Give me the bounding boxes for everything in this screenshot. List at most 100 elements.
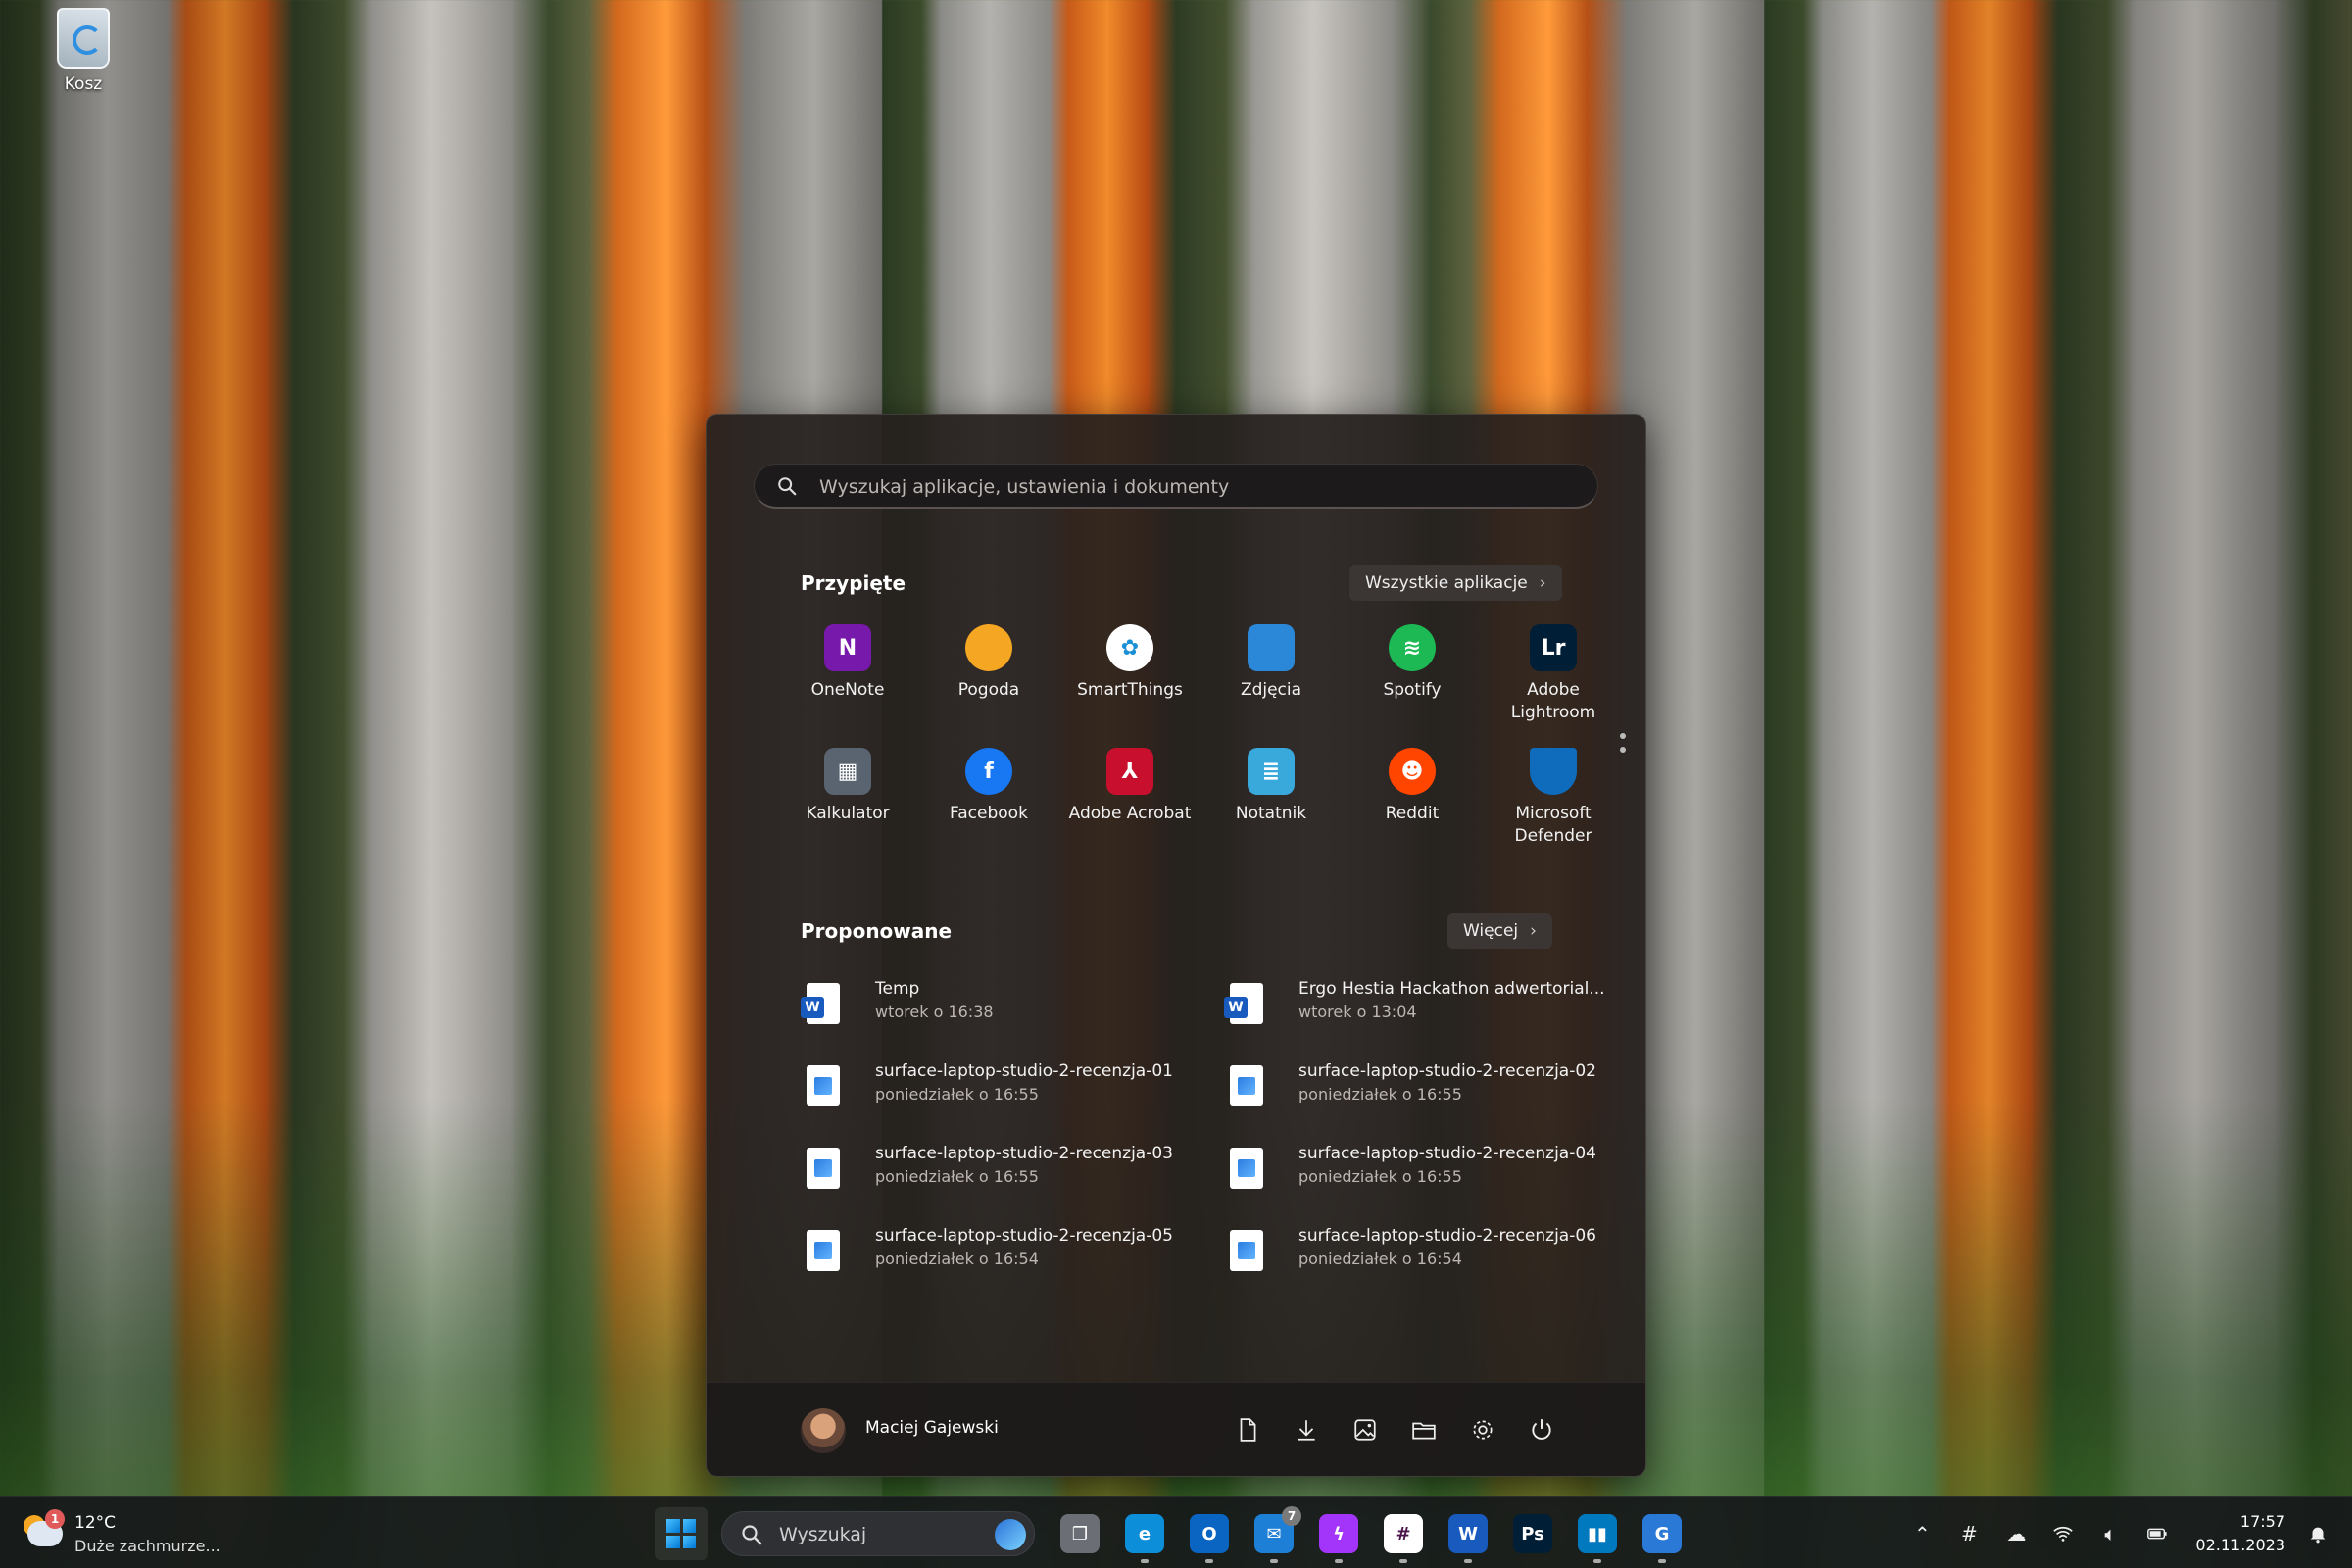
weather-badge: 1 xyxy=(45,1509,65,1529)
pinned-app[interactable]: ▦ Kalkulator xyxy=(777,748,918,825)
pinned-app[interactable]: Lr Adobe Lightroom xyxy=(1483,624,1624,724)
recycle-bin-icon xyxy=(57,8,110,69)
pinned-app-label: Facebook xyxy=(950,804,1028,823)
image-file-icon xyxy=(807,1148,840,1189)
search-icon xyxy=(742,1525,762,1545)
slack-tray-icon[interactable]: # xyxy=(1954,1519,1984,1548)
recommended-item-name: surface-laptop-studio-2-recenzja-01 xyxy=(875,1061,1173,1081)
more-button[interactable]: Więcej › xyxy=(1447,913,1552,949)
pinned-app-label: Spotify xyxy=(1383,680,1442,700)
smartthings-icon: ✿ xyxy=(1106,624,1153,671)
battery-icon[interactable] xyxy=(2142,1519,2172,1548)
all-apps-button[interactable]: Wszystkie aplikacje › xyxy=(1349,565,1562,601)
unread-count-badge: 7 xyxy=(1282,1506,1301,1526)
app-glyph: ϟ xyxy=(1333,1523,1345,1544)
start-search-box[interactable]: Wyszukaj aplikacje, ustawienia i dokumen… xyxy=(754,464,1598,509)
settings-icon[interactable] xyxy=(1465,1412,1500,1447)
pinned-app[interactable]: ≣ Notatnik xyxy=(1200,748,1342,825)
pinned-app-label: Adobe Lightroom xyxy=(1510,680,1596,722)
pinned-app[interactable]: Pogoda xyxy=(918,624,1059,702)
desktop-recycle-bin[interactable]: Kosz xyxy=(39,8,127,94)
footer-shortcuts xyxy=(1230,1412,1559,1447)
recommended-item[interactable]: surface-laptop-studio-2-recenzja-01 ponie… xyxy=(795,1055,1216,1124)
start-footer: Maciej Gajewski xyxy=(707,1382,1645,1476)
pinned-app[interactable]: ⅄ Adobe Acrobat xyxy=(1059,748,1200,825)
image-file-icon xyxy=(1230,1148,1263,1189)
user-name[interactable]: Maciej Gajewski xyxy=(865,1418,999,1438)
image-file-icon xyxy=(807,1065,840,1106)
taskbar-search[interactable]: Wyszukaj xyxy=(721,1511,1035,1556)
clock[interactable]: 17:57 02.11.2023 xyxy=(2195,1510,2285,1557)
recommended-item[interactable]: surface-laptop-studio-2-recenzja-04 ponie… xyxy=(1218,1138,1640,1206)
word-document-icon xyxy=(1224,983,1263,1024)
recommended-item-name: Temp xyxy=(875,979,920,999)
recommended-item-name: surface-laptop-studio-2-recenzja-06 xyxy=(1298,1226,1596,1246)
photoshop-icon[interactable]: Ps xyxy=(1513,1514,1552,1553)
windows-logo-icon xyxy=(666,1519,696,1548)
recommended-item-time: poniedziałek o 16:55 xyxy=(875,1167,1039,1186)
reddit-icon: ☻ xyxy=(1389,748,1436,795)
pictures-icon[interactable] xyxy=(1348,1412,1383,1447)
pinned-app[interactable]: ☻ Reddit xyxy=(1342,748,1483,825)
translator-icon[interactable]: G xyxy=(1642,1514,1682,1563)
recommended-item-name: surface-laptop-studio-2-recenzja-03 xyxy=(875,1144,1173,1163)
pinned-app[interactable]: f Facebook xyxy=(918,748,1059,825)
volume-icon[interactable]: 🔈︎ xyxy=(2095,1519,2125,1548)
running-indicator xyxy=(1464,1559,1472,1563)
onenote-icon: N xyxy=(824,624,871,671)
recommended-item[interactable]: Temp wtorek o 16:38 xyxy=(795,973,1216,1042)
recommended-item-name: Ergo Hestia Hackathon adwertorial... xyxy=(1298,979,1605,999)
pinned-app-label: OneNote xyxy=(810,680,885,700)
task-view-icon[interactable]: ❐ xyxy=(1060,1514,1100,1553)
wifi-icon[interactable] xyxy=(2048,1519,2078,1548)
outlook-new-icon[interactable]: O xyxy=(1190,1514,1229,1563)
edge-icon[interactable]: e xyxy=(1125,1514,1164,1563)
recommended-item[interactable]: surface-laptop-studio-2-recenzja-03 ponie… xyxy=(795,1138,1216,1206)
all-apps-label: Wszystkie aplikacje xyxy=(1365,573,1528,593)
bing-icon[interactable] xyxy=(995,1519,1026,1550)
chevron-right-icon: › xyxy=(1539,573,1546,593)
chevron-up-icon[interactable]: ⌃ xyxy=(1907,1519,1936,1548)
pinned-app[interactable]: ✿ SmartThings xyxy=(1059,624,1200,702)
trello-icon[interactable]: ▮▮ xyxy=(1578,1514,1617,1563)
word-icon[interactable]: W xyxy=(1448,1514,1488,1563)
image-file-icon xyxy=(1230,1065,1263,1106)
more-label: Więcej xyxy=(1463,921,1519,941)
messenger-icon[interactable]: ϟ xyxy=(1319,1514,1358,1563)
page-indicator[interactable] xyxy=(1620,733,1628,760)
weather-widget[interactable]: 1 12°C Duże zachmurze... xyxy=(24,1509,239,1558)
recommended-item-name: surface-laptop-studio-2-recenzja-02 xyxy=(1298,1061,1596,1081)
recommended-item[interactable]: Ergo Hestia Hackathon adwertorial... wtor… xyxy=(1218,973,1640,1042)
file-explorer-icon[interactable] xyxy=(1406,1412,1442,1447)
pinned-app[interactable]: Microsoft Defender xyxy=(1483,748,1624,848)
pinned-app-label: Reddit xyxy=(1385,804,1440,823)
recommended-item[interactable]: surface-laptop-studio-2-recenzja-02 ponie… xyxy=(1218,1055,1640,1124)
recommended-item[interactable]: surface-laptop-studio-2-recenzja-06 ponie… xyxy=(1218,1220,1640,1289)
facebook-icon: f xyxy=(965,748,1012,795)
pinned-app[interactable]: ≋ Spotify xyxy=(1342,624,1483,702)
recommended-title: Proponowane xyxy=(801,919,953,943)
notification-bell-icon[interactable] xyxy=(2303,1519,2332,1548)
acrobat-icon: ⅄ xyxy=(1106,748,1153,795)
weather-temperature: 12°C xyxy=(74,1513,117,1533)
search-icon xyxy=(778,477,797,496)
pinned-app[interactable]: N OneNote xyxy=(777,624,918,702)
recommended-item-time: poniedziałek o 16:54 xyxy=(1298,1250,1462,1268)
recommended-item-time: poniedziałek o 16:54 xyxy=(875,1250,1039,1268)
power-icon[interactable] xyxy=(1524,1412,1559,1447)
recommended-item-time: poniedziałek o 16:55 xyxy=(1298,1167,1462,1186)
avatar[interactable] xyxy=(801,1408,846,1453)
pinned-app[interactable]: Zdjęcia xyxy=(1200,624,1342,702)
mail-icon[interactable]: ✉ 7 xyxy=(1254,1506,1301,1563)
recommended-item-time: poniedziałek o 16:55 xyxy=(1298,1085,1462,1103)
running-indicator xyxy=(1141,1559,1149,1563)
app-glyph: ❐ xyxy=(1071,1523,1089,1544)
recommended-item[interactable]: surface-laptop-studio-2-recenzja-05 ponie… xyxy=(795,1220,1216,1289)
onedrive-icon[interactable]: ☁ xyxy=(2001,1519,2031,1548)
documents-icon[interactable] xyxy=(1230,1412,1265,1447)
word-document-icon xyxy=(801,983,840,1024)
slack-icon[interactable]: # xyxy=(1384,1514,1423,1563)
clock-date: 02.11.2023 xyxy=(2195,1535,2285,1554)
start-button[interactable] xyxy=(655,1507,708,1560)
downloads-icon[interactable] xyxy=(1289,1412,1324,1447)
